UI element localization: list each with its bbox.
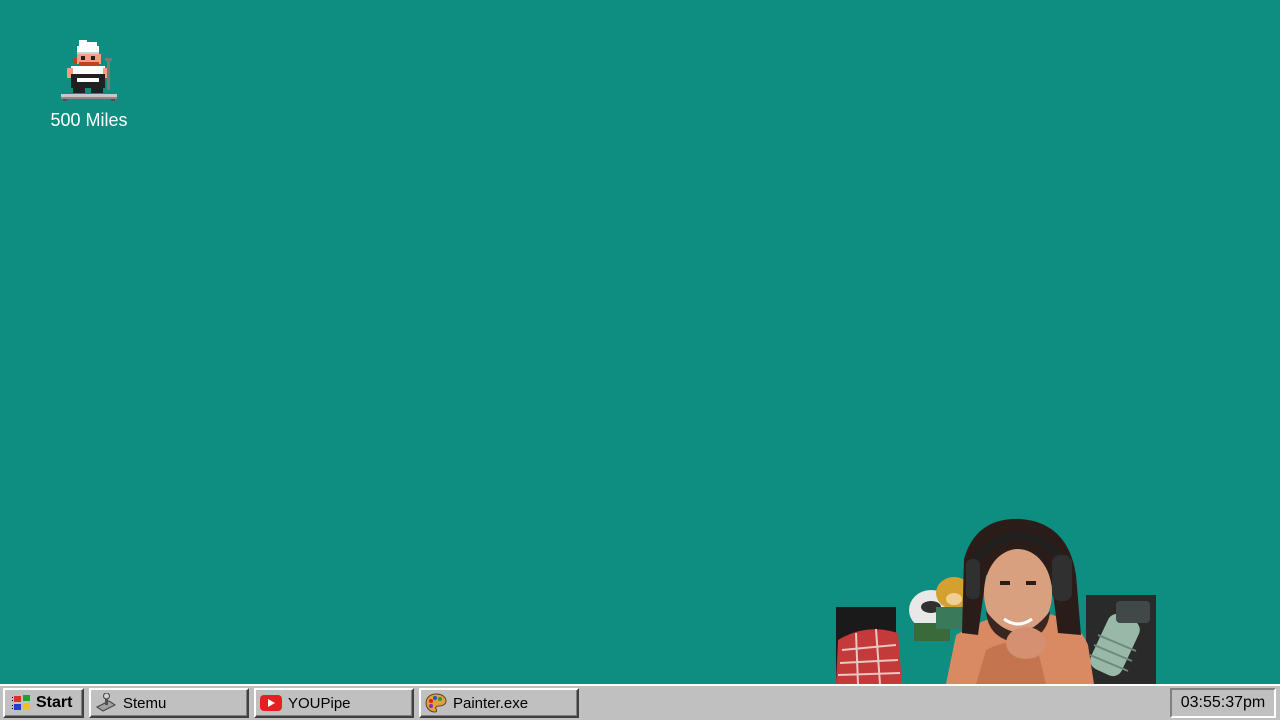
start-button[interactable]: Start [3, 688, 84, 718]
desktop-shortcut-label: 500 Miles [50, 110, 128, 130]
taskbar-item-label: Painter.exe [453, 694, 529, 712]
taskbar-item-youpipe[interactable]: YOUPipe [254, 688, 414, 718]
taskbar-item-label: Stemu [123, 694, 167, 712]
desktop: 500 Miles [0, 0, 1280, 684]
paint-palette-icon [425, 692, 447, 714]
joystick-icon [95, 692, 117, 714]
taskbar-item-stemu[interactable]: Stemu [89, 688, 249, 718]
taskbar: Start Stemu YOUPipe Painter.exe 03:55:37… [0, 684, 1280, 720]
play-button-icon [260, 692, 282, 714]
start-label: Start [36, 694, 73, 711]
webcam-overlay [836, 515, 1156, 684]
pixel-chef-character-icon [61, 40, 117, 101]
taskbar-item-painter[interactable]: Painter.exe [419, 688, 579, 718]
system-clock[interactable]: 03:55:37pm [1170, 688, 1276, 718]
windows-flag-icon [11, 692, 33, 714]
taskbar-item-label: YOUPipe [288, 694, 351, 712]
desktop-shortcut-500-miles[interactable]: 500 Miles [40, 38, 138, 130]
